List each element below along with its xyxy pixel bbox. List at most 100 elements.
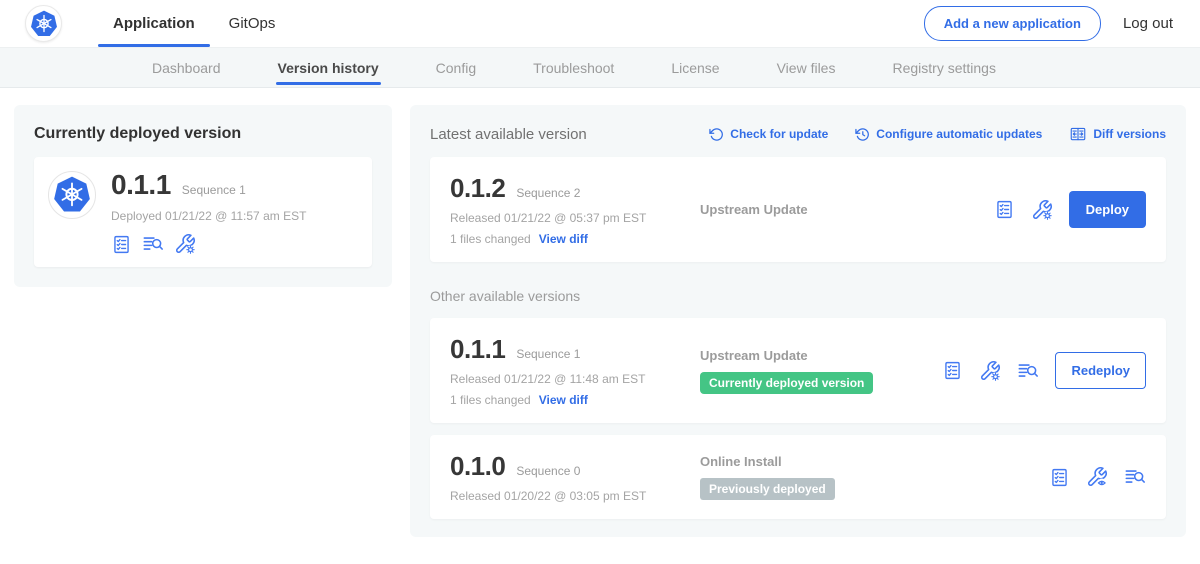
subnav-item-view-files[interactable]: View files xyxy=(777,48,836,87)
subnav-item-license[interactable]: License xyxy=(671,48,719,87)
config-wrench-gear-icon[interactable] xyxy=(174,233,196,255)
version-source-label: Upstream Update xyxy=(700,202,994,217)
version-number: 0.1.1 xyxy=(450,334,505,365)
version-info-col: 0.1.0 Sequence 0 Released 01/20/22 @ 03:… xyxy=(450,451,700,503)
version-info-col: 0.1.2 Sequence 2 Released 01/21/22 @ 05:… xyxy=(450,173,700,246)
view-diff-link[interactable]: View diff xyxy=(539,393,588,407)
topnav-tab-gitops[interactable]: GitOps xyxy=(212,0,293,47)
version-line: 0.1.2 Sequence 2 xyxy=(450,173,700,204)
header-links: Check for update Configure automatic upd… xyxy=(709,125,1166,143)
subnav-item-dashboard[interactable]: Dashboard xyxy=(152,48,221,87)
version-sequence: Sequence 1 xyxy=(516,347,580,361)
version-card-0-1-2: 0.1.2 Sequence 2 Released 01/21/22 @ 05:… xyxy=(430,157,1166,262)
view-diff-link[interactable]: View diff xyxy=(539,232,588,246)
available-header: Latest available version Check for updat… xyxy=(430,125,1166,143)
version-actions-col xyxy=(1049,466,1146,488)
currently-deployed-card: 0.1.1 Sequence 1 Deployed 01/21/22 @ 11:… xyxy=(34,157,372,267)
kubernetes-logo-icon xyxy=(28,8,60,40)
version-card-0-1-0: 0.1.0 Sequence 0 Released 01/20/22 @ 03:… xyxy=(430,435,1166,519)
files-changed-label: 1 files changed xyxy=(450,393,531,407)
subnav-label: Registry settings xyxy=(892,60,995,76)
subnav-item-config[interactable]: Config xyxy=(436,48,476,87)
release-notes-icon[interactable] xyxy=(142,233,164,255)
top-nav: Application GitOps Add a new application… xyxy=(0,0,1200,47)
deployed-card-body: 0.1.1 Sequence 1 Deployed 01/21/22 @ 11:… xyxy=(111,169,306,255)
subnav-label: Dashboard xyxy=(152,60,221,76)
version-info-col: 0.1.1 Sequence 1 Released 01/21/22 @ 11:… xyxy=(450,334,700,407)
version-number: 0.1.2 xyxy=(450,173,505,204)
released-timestamp: Released 01/21/22 @ 11:48 am EST xyxy=(450,372,700,386)
version-card-0-1-1: 0.1.1 Sequence 1 Released 01/21/22 @ 11:… xyxy=(430,318,1166,423)
config-wrench-gear-icon[interactable] xyxy=(1031,199,1053,221)
deployed-version-line: 0.1.1 Sequence 1 xyxy=(111,169,306,201)
preflight-checks-icon[interactable] xyxy=(111,234,132,255)
subnav-item-registry-settings[interactable]: Registry settings xyxy=(892,48,995,87)
files-changed-line: 1 files changed View diff xyxy=(450,393,700,407)
preflight-checks-icon[interactable] xyxy=(1049,467,1070,488)
app-sub-nav: Dashboard Version history Config Trouble… xyxy=(0,47,1200,88)
version-line: 0.1.1 Sequence 1 xyxy=(450,334,700,365)
released-timestamp: Released 01/20/22 @ 03:05 pm EST xyxy=(450,489,700,503)
subnav-label: Version history xyxy=(278,60,379,76)
files-changed-label: 1 files changed xyxy=(450,232,531,246)
deployed-version-number: 0.1.1 xyxy=(111,169,171,201)
configure-automatic-updates-link[interactable]: Configure automatic updates xyxy=(855,127,1042,142)
release-notes-icon[interactable] xyxy=(1017,360,1039,382)
released-timestamp: Released 01/21/22 @ 05:37 pm EST xyxy=(450,211,700,225)
kubernetes-app-icon xyxy=(50,173,94,217)
topnav-right: Add a new application Log out xyxy=(924,6,1200,41)
check-for-update-label: Check for update xyxy=(730,127,828,141)
configure-automatic-updates-label: Configure automatic updates xyxy=(876,127,1042,141)
available-versions-panel: Latest available version Check for updat… xyxy=(410,105,1186,537)
version-source-label: Upstream Update xyxy=(700,348,942,363)
deployed-sequence: Sequence 1 xyxy=(182,183,246,197)
deployed-icon-row xyxy=(111,233,306,255)
schedule-clock-icon xyxy=(855,127,870,142)
subnav-label: Troubleshoot xyxy=(533,60,614,76)
currently-deployed-title: Currently deployed version xyxy=(34,125,372,143)
version-source-col: Upstream Update xyxy=(700,202,994,217)
latest-available-title: Latest available version xyxy=(430,126,587,143)
currently-deployed-badge: Currently deployed version xyxy=(700,372,873,394)
files-changed-line: 1 files changed View diff xyxy=(450,232,700,246)
version-source-col: Online Install Previously deployed xyxy=(700,454,1049,500)
app-logo xyxy=(48,171,96,219)
refresh-icon xyxy=(709,127,724,142)
diff-versions-link[interactable]: Diff versions xyxy=(1069,125,1166,143)
subnav-label: License xyxy=(671,60,719,76)
other-available-title: Other available versions xyxy=(430,288,1166,304)
topnav-tabs: Application GitOps xyxy=(96,0,292,47)
version-line: 0.1.0 Sequence 0 xyxy=(450,451,700,482)
version-actions-col: Redeploy xyxy=(942,352,1146,389)
subnav-item-version-history[interactable]: Version history xyxy=(278,48,379,87)
check-for-update-link[interactable]: Check for update xyxy=(709,127,828,142)
subnav-item-troubleshoot[interactable]: Troubleshoot xyxy=(533,48,614,87)
currently-deployed-panel: Currently deployed version 0.1.1 Sequenc… xyxy=(14,105,392,287)
version-actions-col: Deploy xyxy=(994,191,1146,228)
previously-deployed-badge: Previously deployed xyxy=(700,478,835,500)
release-notes-icon[interactable] xyxy=(1124,466,1146,488)
subnav-label: View files xyxy=(777,60,836,76)
preflight-checks-icon[interactable] xyxy=(942,360,963,381)
config-wrench-eye-icon[interactable] xyxy=(1086,466,1108,488)
version-sequence: Sequence 0 xyxy=(516,464,580,478)
topnav-tab-application[interactable]: Application xyxy=(96,0,212,47)
kubernetes-logo[interactable] xyxy=(25,5,62,42)
version-number: 0.1.0 xyxy=(450,451,505,482)
redeploy-button[interactable]: Redeploy xyxy=(1055,352,1146,389)
version-source-col: Upstream Update Currently deployed versi… xyxy=(700,348,942,394)
topnav-tab-label: GitOps xyxy=(229,15,276,32)
deployed-timestamp: Deployed 01/21/22 @ 11:57 am EST xyxy=(111,209,306,223)
config-wrench-gear-icon[interactable] xyxy=(979,360,1001,382)
version-sequence: Sequence 2 xyxy=(516,186,580,200)
topnav-tab-label: Application xyxy=(113,15,195,32)
add-application-button[interactable]: Add a new application xyxy=(924,6,1101,41)
diff-columns-icon xyxy=(1069,125,1087,143)
deploy-button[interactable]: Deploy xyxy=(1069,191,1146,228)
diff-versions-label: Diff versions xyxy=(1093,127,1166,141)
subnav-label: Config xyxy=(436,60,476,76)
main-content: Currently deployed version 0.1.1 Sequenc… xyxy=(0,88,1200,564)
preflight-checks-icon[interactable] xyxy=(994,199,1015,220)
version-source-label: Online Install xyxy=(700,454,1049,469)
logout-link[interactable]: Log out xyxy=(1123,15,1173,32)
